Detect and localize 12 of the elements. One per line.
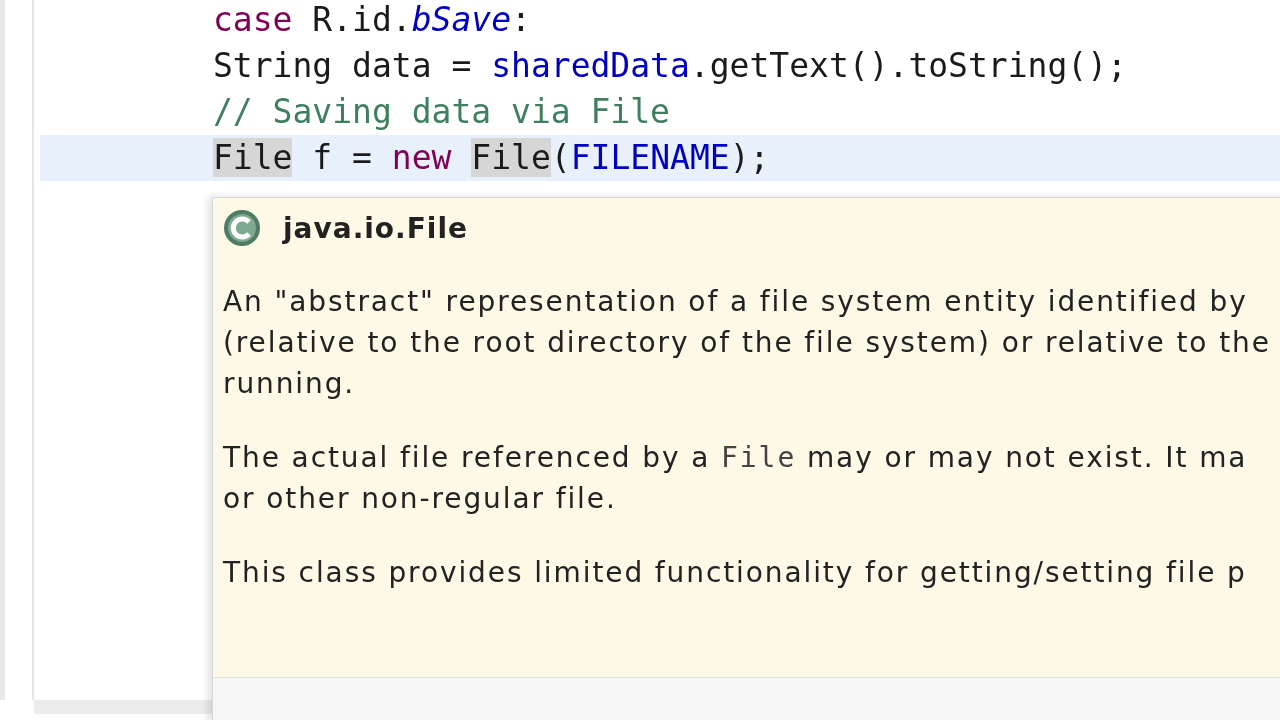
code-line: case R.id.bSave: <box>213 0 531 39</box>
code-line: String data = sharedData.getText().toString(); <box>213 46 1127 85</box>
doc-text-line: This class provides limited functionality for getting/setting file p <box>223 555 1247 591</box>
class-name: java.io.File <box>283 211 469 245</box>
doc-text-line: or other non-regular file. <box>223 481 617 517</box>
doc-text-line: An "abstract" representation of a file system entity identified by <box>223 284 1248 320</box>
class-icon <box>223 209 261 247</box>
doc-text-line: running. <box>223 366 356 402</box>
code-line: File f = new File(FILENAME); <box>213 138 770 177</box>
doc-text-line: (relative to the root directory of the file system) or relative to the <box>223 325 1271 361</box>
code-line: // Saving data via File <box>213 92 670 131</box>
doc-text-line: The actual file referenced by a File may or may not exist. It ma <box>223 440 1248 476</box>
